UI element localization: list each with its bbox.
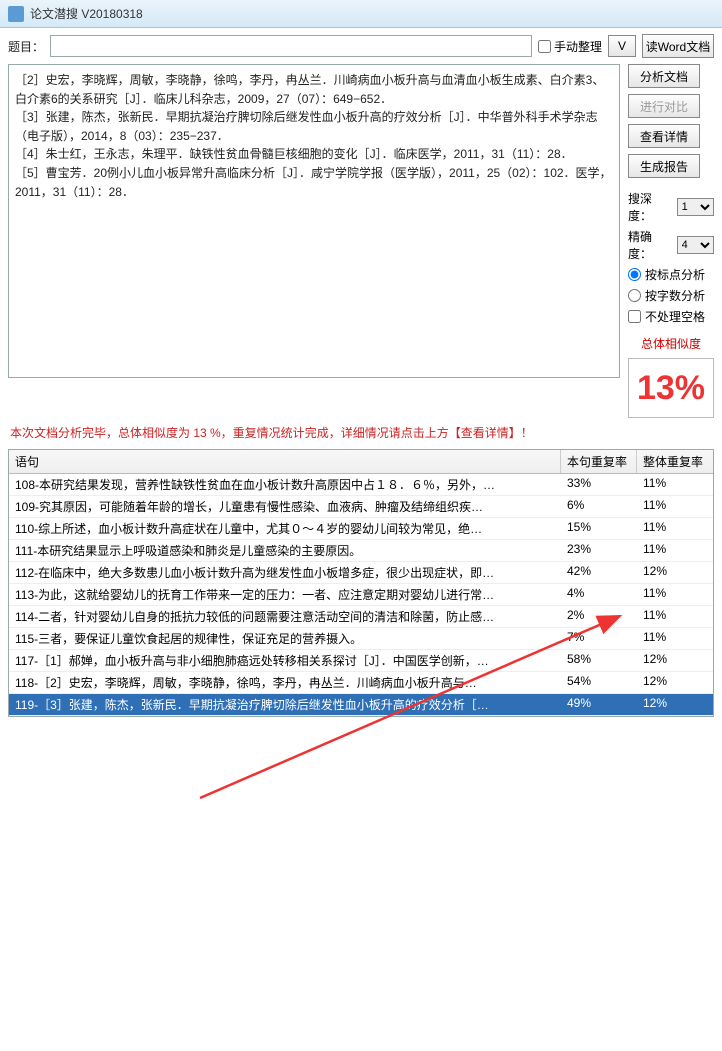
cell-sentence: 118-［2］史宏，李晓辉，周敏，李晓静，徐鸣，李丹，冉丛兰．川崎病血小板升高与… — [9, 672, 561, 693]
cell-overall-rate: 11% — [637, 540, 713, 561]
result-table: 语句 本句重复率 整体重复率 108-本研究结果发现，营养性缺铁性贫血在血小板计… — [8, 449, 714, 717]
depth-label: 搜深度： — [628, 190, 673, 224]
cell-overall-rate: 11% — [637, 496, 713, 517]
cell-sentence-rate: 23% — [561, 540, 637, 561]
cell-sentence-rate: 54% — [561, 672, 637, 693]
table-header: 语句 本句重复率 整体重复率 — [9, 450, 713, 474]
read-word-button[interactable]: 读Word文档 — [642, 34, 714, 58]
col-sentence-rate[interactable]: 本句重复率 — [561, 450, 637, 473]
cell-sentence-rate: 42% — [561, 562, 637, 583]
col-sentence[interactable]: 语句 — [9, 450, 561, 473]
cell-sentence: 109-究其原因，可能随着年龄的增长，儿童患有慢性感染、血液病、肿瘤及结缔组织疾… — [9, 496, 561, 517]
col-overall-rate[interactable]: 整体重复率 — [637, 450, 713, 473]
by-count-radio[interactable]: 按字数分析 — [628, 287, 714, 304]
window-title: 论文潜搜 V20180318 — [30, 5, 143, 22]
v-button[interactable]: V — [608, 35, 636, 57]
cell-sentence: 111-本研究结果显示上呼吸道感染和肺炎是儿童感染的主要原因。 — [9, 540, 561, 561]
cell-overall-rate: 11% — [637, 584, 713, 605]
precision-select[interactable]: 4 — [677, 236, 714, 254]
table-row[interactable]: 117-［1］郝婵，血小板升高与非小细胞肺癌远处转移相关系探讨［J］．中国医学创… — [9, 650, 713, 672]
cell-sentence-rate: 7% — [561, 628, 637, 649]
precision-label: 精确度： — [628, 228, 673, 262]
no-space-checkbox[interactable]: 不处理空格 — [628, 308, 714, 325]
result-text-pane[interactable]: ［2］史宏，李晓辉，周敏，李晓静，徐鸣，李丹，冉丛兰．川崎病血小板升高与血清血小… — [8, 64, 620, 378]
app-icon — [8, 6, 24, 22]
cell-overall-rate: 11% — [637, 474, 713, 495]
cell-sentence-rate: 49% — [561, 694, 637, 715]
details-button[interactable]: 查看详情 — [628, 124, 700, 148]
cell-sentence: 115-三者，要保证儿童饮食起居的规律性，保证充足的营养摄入。 — [9, 628, 561, 649]
cell-sentence: 112-在临床中，绝大多数患儿血小板计数升高为继发性血小板增多症，很少出现症状，… — [9, 562, 561, 583]
cell-sentence-rate: 6% — [561, 496, 637, 517]
manual-sort-checkbox[interactable]: 手动整理 — [538, 38, 602, 55]
subject-label: 题目： — [8, 38, 44, 55]
cell-sentence-rate: 4% — [561, 584, 637, 605]
status-message: 本次文档分析完毕，总体相似度为 13 %，重复情况统计完成，详细情况请点击上方【… — [0, 418, 722, 447]
cell-sentence: 117-［1］郝婵，血小板升高与非小细胞肺癌远处转移相关系探讨［J］．中国医学创… — [9, 650, 561, 671]
table-row[interactable]: 118-［2］史宏，李晓辉，周敏，李晓静，徐鸣，李丹，冉丛兰．川崎病血小板升高与… — [9, 672, 713, 694]
cell-overall-rate: 12% — [637, 650, 713, 671]
cell-sentence-rate: 58% — [561, 650, 637, 671]
similarity-label: 总体相似度 — [628, 335, 714, 352]
cell-overall-rate: 12% — [637, 694, 713, 715]
report-button[interactable]: 生成报告 — [628, 154, 700, 178]
table-row[interactable]: 113-为此，这就给婴幼儿的抚育工作带来一定的压力：一者、应注意定期对婴幼儿进行… — [9, 584, 713, 606]
cell-sentence: 110-综上所述，血小板计数升高症状在儿童中，尤其０～４岁的婴幼儿间较为常见，绝… — [9, 518, 561, 539]
table-body: 108-本研究结果发现，营养性缺铁性贫血在血小板计数升高原因中占１８．６％，另外… — [9, 474, 713, 716]
table-row[interactable]: 109-究其原因，可能随着年龄的增长，儿童患有慢性感染、血液病、肿瘤及结缔组织疾… — [9, 496, 713, 518]
cell-overall-rate: 12% — [637, 562, 713, 583]
subject-input[interactable] — [50, 35, 532, 57]
analyze-button[interactable]: 分析文档 — [628, 64, 700, 88]
cell-sentence: 114-二者，针对婴幼儿自身的抵抗力较低的问题需要注意活动空间的清洁和除菌，防止… — [9, 606, 561, 627]
cell-overall-rate: 11% — [637, 518, 713, 539]
cell-sentence-rate: 2% — [561, 606, 637, 627]
cell-sentence-rate: 15% — [561, 518, 637, 539]
cell-overall-rate: 11% — [637, 628, 713, 649]
table-row[interactable]: 112-在临床中，绝大多数患儿血小板计数升高为继发性血小板增多症，很少出现症状，… — [9, 562, 713, 584]
table-row[interactable]: 119-［3］张建，陈杰，张新民．早期抗凝治疗脾切除后继发性血小板升高的疗效分析… — [9, 694, 713, 716]
compare-button: 进行对比 — [628, 94, 700, 118]
cell-overall-rate: 12% — [637, 672, 713, 693]
window-titlebar: 论文潜搜 V20180318 — [0, 0, 722, 28]
side-panel: 分析文档 进行对比 查看详情 生成报告 搜深度： 1 精确度： 4 按标点分析 … — [628, 64, 714, 418]
table-row[interactable]: 115-三者，要保证儿童饮食起居的规律性，保证充足的营养摄入。 7% 11% — [9, 628, 713, 650]
by-punct-radio[interactable]: 按标点分析 — [628, 266, 714, 283]
table-row[interactable]: 114-二者，针对婴幼儿自身的抵抗力较低的问题需要注意活动空间的清洁和除菌，防止… — [9, 606, 713, 628]
table-row[interactable]: 111-本研究结果显示上呼吸道感染和肺炎是儿童感染的主要原因。 23% 11% — [9, 540, 713, 562]
similarity-value: 13% — [637, 369, 705, 408]
depth-select[interactable]: 1 — [677, 198, 714, 216]
cell-sentence: 119-［3］张建，陈杰，张新民．早期抗凝治疗脾切除后继发性血小板升高的疗效分析… — [9, 694, 561, 715]
cell-sentence: 113-为此，这就给婴幼儿的抚育工作带来一定的压力：一者、应注意定期对婴幼儿进行… — [9, 584, 561, 605]
cell-sentence: 108-本研究结果发现，营养性缺铁性贫血在血小板计数升高原因中占１８．６％，另外… — [9, 474, 561, 495]
similarity-box: 13% — [628, 358, 714, 418]
manual-sort-check[interactable] — [538, 40, 551, 53]
cell-sentence-rate: 33% — [561, 474, 637, 495]
table-row[interactable]: 108-本研究结果发现，营养性缺铁性贫血在血小板计数升高原因中占１８．６％，另外… — [9, 474, 713, 496]
top-toolbar: 题目： 手动整理 V 读Word文档 — [0, 28, 722, 64]
cell-overall-rate: 11% — [637, 606, 713, 627]
table-row[interactable]: 110-综上所述，血小板计数升高症状在儿童中，尤其０～４岁的婴幼儿间较为常见，绝… — [9, 518, 713, 540]
